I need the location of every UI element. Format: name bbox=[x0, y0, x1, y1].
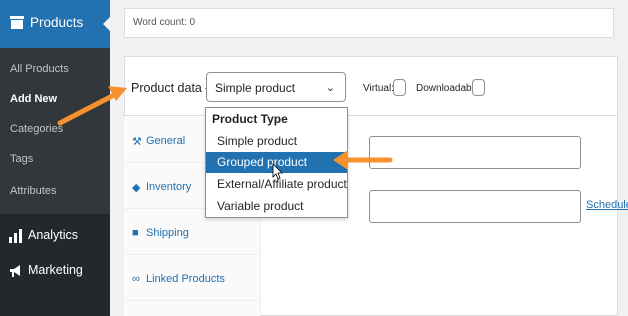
editor-status-bar: Word count: 0 bbox=[124, 8, 614, 38]
submenu-item-tags[interactable]: Tags bbox=[10, 153, 33, 165]
sidebar-item-products[interactable]: Products bbox=[0, 0, 111, 48]
submenu-item-all-products[interactable]: All Products bbox=[10, 63, 69, 75]
tab-label: Inventory bbox=[146, 181, 192, 193]
product-type-value: Simple product bbox=[215, 81, 296, 95]
sidebar-item-analytics[interactable]: Analytics bbox=[0, 219, 110, 253]
option-simple-product[interactable]: Simple product bbox=[206, 131, 347, 152]
submenu-item-add-new[interactable]: Add New bbox=[10, 93, 57, 105]
truck-icon: ■ bbox=[132, 227, 139, 239]
word-count: Word count: 0 bbox=[133, 17, 196, 28]
product-type-select[interactable]: Simple product ⌄ bbox=[206, 72, 346, 102]
regular-price-input[interactable] bbox=[369, 136, 581, 169]
product-type-dropdown: Product Type Simple product Grouped prod… bbox=[205, 107, 348, 218]
products-icon bbox=[10, 16, 24, 29]
products-submenu: All Products Add New Categories Tags Att… bbox=[0, 48, 110, 214]
schedule-link[interactable]: Schedule bbox=[586, 199, 628, 211]
dropdown-group-label: Product Type bbox=[212, 112, 288, 126]
tab-label: Linked Products bbox=[146, 273, 225, 285]
wrench-icon: ⚒ bbox=[132, 136, 142, 148]
sidebar-item-marketing[interactable]: Marketing bbox=[0, 254, 110, 288]
link-icon: ∞ bbox=[132, 273, 140, 285]
option-grouped-product[interactable]: Grouped product bbox=[206, 152, 347, 173]
submenu-item-categories[interactable]: Categories bbox=[10, 123, 63, 135]
bar-chart-icon bbox=[9, 229, 23, 243]
sale-price-input[interactable] bbox=[369, 190, 581, 223]
admin-sidebar: Products All Products Add New Categories… bbox=[0, 0, 111, 316]
virtual-label: Virtual: bbox=[363, 83, 394, 94]
megaphone-icon bbox=[10, 265, 20, 277]
chevron-down-icon: ⌄ bbox=[325, 82, 335, 94]
sidebar-item-label: Marketing bbox=[28, 263, 83, 277]
tab-linked-products[interactable]: ∞ Linked Products bbox=[124, 255, 261, 301]
product-data-label: Product data — bbox=[131, 81, 218, 95]
option-variable-product[interactable]: Variable product bbox=[206, 196, 347, 217]
tab-label: General bbox=[146, 135, 186, 147]
sidebar-item-label: Analytics bbox=[28, 228, 79, 242]
option-external-affiliate-product[interactable]: External/Affiliate product bbox=[206, 174, 347, 195]
submenu-item-attributes[interactable]: Attributes bbox=[10, 185, 56, 197]
sidebar-item-label: Products bbox=[30, 15, 84, 30]
downloadable-checkbox[interactable] bbox=[472, 79, 485, 96]
tag-icon: ◆ bbox=[132, 182, 141, 194]
virtual-checkbox[interactable] bbox=[393, 79, 406, 96]
tab-label: Shipping bbox=[146, 227, 189, 239]
